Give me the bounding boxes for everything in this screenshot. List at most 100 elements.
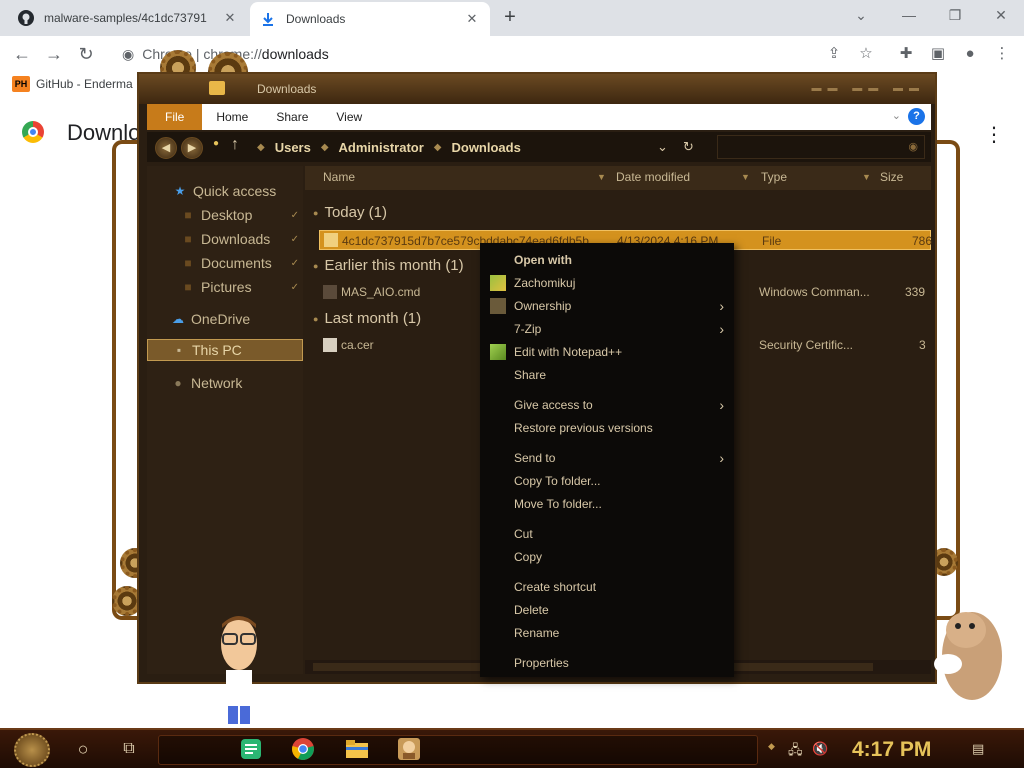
menu-item-delete[interactable]: Delete xyxy=(480,599,734,621)
app-taskbar-icon[interactable] xyxy=(396,736,422,762)
notes-app-icon[interactable] xyxy=(238,736,264,762)
recent-locations-icon[interactable]: ● xyxy=(213,138,219,149)
start-button[interactable] xyxy=(14,733,50,767)
nav-this-pc[interactable]: ▪ This PC xyxy=(147,339,303,361)
nav-documents[interactable]: ■ Documents ✓ xyxy=(147,252,303,274)
menu-item-copy[interactable]: Copy xyxy=(480,546,734,568)
chrome-menu-icon[interactable]: ⋮ xyxy=(992,44,1012,64)
cmd-file-icon xyxy=(323,285,337,299)
breadcrumb-downloads[interactable]: Downloads xyxy=(451,140,520,155)
menu-item-give-access[interactable]: Give access to › xyxy=(480,394,734,416)
explorer-titlebar: Downloads ▬▬ ▬▬ ▬▬ xyxy=(139,74,935,104)
column-size[interactable]: Size xyxy=(880,170,903,184)
address-dropdown-icon[interactable]: ⌄ xyxy=(657,139,668,155)
breadcrumb-separator: ◆ xyxy=(320,141,329,153)
volume-muted-icon[interactable]: 🔇 xyxy=(812,741,828,757)
tab-malware-samples[interactable]: malware-samples/4c1dc73791 ✕ xyxy=(8,0,248,36)
sort-arrow-icon[interactable]: ▼ xyxy=(862,172,871,182)
downloads-menu-icon[interactable]: ⋮ xyxy=(984,122,1004,147)
column-type[interactable]: Type xyxy=(761,170,787,184)
back-button[interactable]: ← xyxy=(10,42,34,66)
restore-button[interactable]: ❐ xyxy=(932,4,978,28)
search-input[interactable]: ◉ xyxy=(717,135,925,159)
forward-arrow-icon[interactable]: ▶ xyxy=(181,137,203,159)
menu-item-move-to-folder[interactable]: Move To folder... xyxy=(480,493,734,515)
menu-item-cut[interactable]: Cut xyxy=(480,523,734,545)
notifications-icon[interactable]: ▤ xyxy=(972,741,984,757)
minimize-button[interactable]: — xyxy=(886,4,932,28)
file-type: Windows Comman... xyxy=(759,285,870,299)
share-icon[interactable]: ⇪ xyxy=(824,44,844,64)
breadcrumb-users[interactable]: Users xyxy=(275,140,311,155)
file-size: 339 xyxy=(905,285,926,299)
forward-button[interactable]: → xyxy=(42,42,66,66)
nav-pictures[interactable]: ■ Pictures ✓ xyxy=(147,276,303,298)
close-tab-icon[interactable]: ✕ xyxy=(222,10,238,26)
reload-button[interactable]: ↻ xyxy=(74,42,98,66)
collapse-icon: ● xyxy=(313,207,319,218)
ribbon-tab-home[interactable]: Home xyxy=(202,104,262,130)
side-panel-icon[interactable]: ▣ xyxy=(928,44,948,64)
menu-item-7zip[interactable]: 7-Zip › xyxy=(480,318,734,340)
file-explorer-taskbar-icon[interactable] xyxy=(344,736,370,762)
taskbar-clock[interactable]: 4:17 PM xyxy=(852,738,931,762)
menu-item-open-with[interactable]: Open with xyxy=(480,249,734,271)
profile-avatar-icon[interactable]: ● xyxy=(960,44,980,64)
bookmark-favicon: PH xyxy=(12,76,30,92)
group-earlier-this-month[interactable]: ● Earlier this month (1) xyxy=(313,257,464,274)
breadcrumb-administrator[interactable]: Administrator xyxy=(339,140,424,155)
nav-desktop[interactable]: ■ Desktop ✓ xyxy=(147,204,303,226)
bookmark-github-endermanch[interactable]: PH GitHub - Enderma xyxy=(12,76,133,92)
hamster-character-right xyxy=(928,600,1008,710)
collapse-icon: ● xyxy=(313,313,319,324)
close-tab-icon[interactable]: ✕ xyxy=(464,11,480,27)
group-last-month[interactable]: ● Last month (1) xyxy=(313,310,421,327)
breadcrumb-separator: ◆ xyxy=(433,141,442,153)
menu-item-properties[interactable]: Properties xyxy=(480,652,734,674)
menu-label: Copy To folder... xyxy=(514,474,601,488)
expand-ribbon-icon[interactable]: ⌄ xyxy=(892,109,901,122)
ribbon-tab-file[interactable]: File xyxy=(147,104,203,130)
task-view-icon[interactable]: ⧉ xyxy=(116,736,142,762)
url-host: downloads xyxy=(261,46,329,62)
close-window-button[interactable]: ✕ xyxy=(978,4,1024,28)
menu-item-share[interactable]: Share xyxy=(480,364,734,386)
nav-quick-access[interactable]: ★ Quick access xyxy=(147,180,303,202)
menu-item-zachomikuj[interactable]: Zachomikuj xyxy=(480,272,734,294)
chrome-taskbar-icon[interactable] xyxy=(290,736,316,762)
nav-downloads[interactable]: ■ Downloads ✓ xyxy=(147,228,303,250)
show-hidden-icons[interactable]: ◆ xyxy=(768,741,775,752)
ribbon-tab-share[interactable]: Share xyxy=(262,104,322,130)
help-icon[interactable]: ? xyxy=(908,108,925,125)
context-menu: Open with Zachomikuj Ownership › 7-Zip ›… xyxy=(480,243,734,677)
sort-arrow-icon[interactable]: ▼ xyxy=(741,172,750,182)
menu-item-restore-previous[interactable]: Restore previous versions xyxy=(480,417,734,439)
refresh-icon[interactable]: ↻ xyxy=(683,139,694,155)
nav-network[interactable]: ● Network xyxy=(147,372,303,394)
back-arrow-icon[interactable]: ◀ xyxy=(155,137,177,159)
menu-item-send-to[interactable]: Send to › xyxy=(480,447,734,469)
bookmark-star-icon[interactable]: ☆ xyxy=(856,44,876,64)
menu-item-copy-to-folder[interactable]: Copy To folder... xyxy=(480,470,734,492)
column-date-modified[interactable]: Date modified xyxy=(616,170,690,184)
sort-arrow-icon[interactable]: ▼ xyxy=(597,172,606,182)
tab-downloads[interactable]: Downloads ✕ xyxy=(250,2,490,36)
nav-onedrive[interactable]: ☁ OneDrive xyxy=(147,308,303,330)
group-today[interactable]: ● Today (1) xyxy=(313,204,387,221)
menu-item-rename[interactable]: Rename xyxy=(480,622,734,644)
search-circle-icon[interactable]: ○ xyxy=(70,736,96,762)
menu-item-ownership[interactable]: Ownership › xyxy=(480,295,734,317)
site-info-icon[interactable]: ◉ xyxy=(122,46,134,63)
up-arrow-icon[interactable]: ↑ xyxy=(231,136,239,154)
new-tab-button[interactable]: + xyxy=(498,6,522,30)
menu-item-create-shortcut[interactable]: Create shortcut xyxy=(480,576,734,598)
submenu-arrow-icon: › xyxy=(719,450,724,466)
window-controls[interactable]: ▬▬ ▬▬ ▬▬ xyxy=(811,83,925,94)
menu-item-edit-notepadpp[interactable]: Edit with Notepad++ xyxy=(480,341,734,363)
extensions-icon[interactable]: ✚ xyxy=(896,44,916,64)
tab-search-icon[interactable]: ⌄ xyxy=(838,4,884,28)
column-name[interactable]: Name xyxy=(323,170,355,184)
ribbon-tab-view[interactable]: View xyxy=(322,104,376,130)
network-tray-icon[interactable]: 🖧 xyxy=(788,741,803,763)
menu-label: Move To folder... xyxy=(514,497,602,511)
